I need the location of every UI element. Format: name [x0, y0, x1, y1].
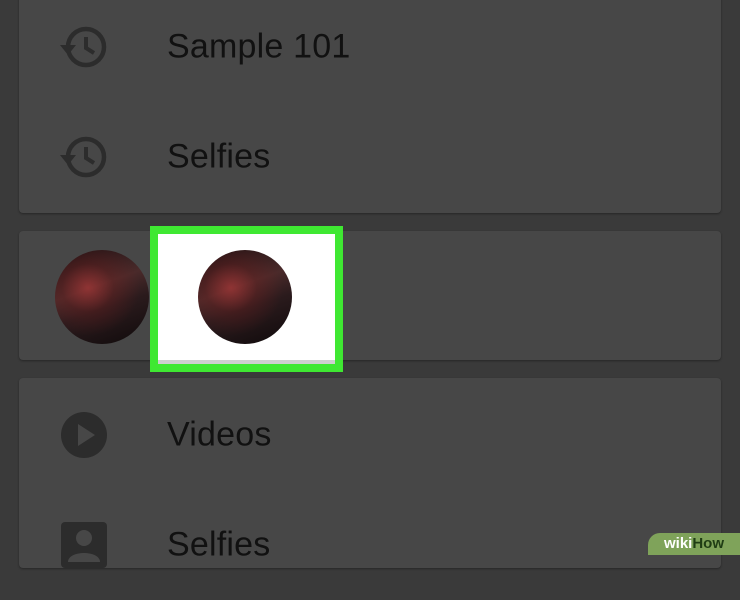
categories-card: Videos Selfies — [19, 378, 721, 568]
category-row-videos[interactable]: Videos — [19, 380, 721, 490]
play-circle-icon — [61, 412, 107, 458]
album-label: Selfies — [167, 137, 271, 176]
highlighted-face-tile[interactable] — [150, 226, 343, 372]
category-label: Selfies — [167, 525, 271, 564]
face-thumbnail[interactable] — [55, 250, 149, 344]
people-card — [19, 231, 721, 360]
album-label: Sample 101 — [167, 27, 351, 66]
watermark-wiki: wiki — [663, 535, 693, 552]
album-row-selfies[interactable]: Selfies — [19, 102, 721, 212]
watermark-how: How — [692, 535, 725, 552]
tile-underline — [158, 360, 335, 364]
category-label: Videos — [167, 415, 272, 454]
wikihow-watermark: wikiHow — [648, 533, 740, 555]
history-icon — [60, 136, 107, 178]
recent-albums-card: Sample 101 Selfies — [19, 0, 721, 213]
category-row-selfies[interactable]: Selfies — [19, 490, 721, 600]
history-icon — [60, 26, 107, 68]
album-row-sample-101[interactable]: Sample 101 — [19, 0, 721, 102]
person-portrait-icon — [61, 522, 107, 568]
face-thumbnail-highlighted[interactable] — [198, 250, 292, 344]
